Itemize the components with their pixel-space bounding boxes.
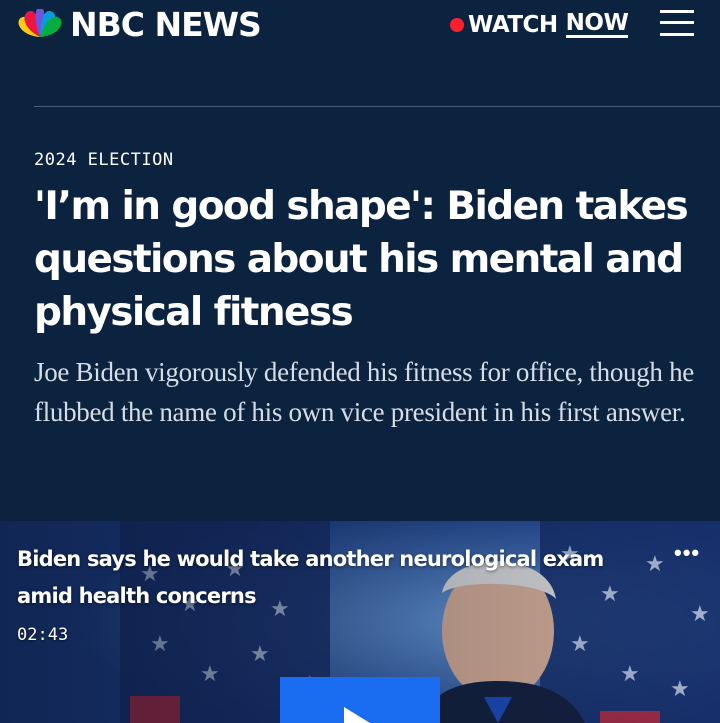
watch-label: WATCH (468, 11, 558, 38)
section-label[interactable]: 2024 ELECTION (34, 150, 174, 170)
top-navigation-bar: NBC NEWS WATCH NOW (0, 0, 720, 52)
play-icon (344, 707, 370, 723)
nbc-news-logo[interactable]: NBC NEWS (16, 5, 262, 44)
now-label: NOW (565, 10, 629, 38)
hamburger-menu-icon[interactable] (660, 9, 694, 37)
header-divider (34, 106, 720, 107)
play-button[interactable] (280, 677, 440, 723)
video-player[interactable]: ★ ★ ★ ★ ★ ★ ★ ★ ★ ★ ★ ★ ★ ★ ★ (0, 521, 720, 723)
live-dot-icon (450, 17, 464, 32)
article-dek: Joe Biden vigorously defended his fitnes… (34, 357, 694, 427)
video-duration: 02:43 (17, 625, 69, 645)
watch-now-link[interactable]: WATCH NOW (450, 10, 629, 38)
ellipsis-icon[interactable]: ••• (674, 542, 700, 564)
brand-wordmark: NBC NEWS (70, 5, 262, 44)
video-title[interactable]: Biden says he would take another neurolo… (17, 541, 657, 615)
article-headline: 'I’m in good shape': Biden takes questio… (34, 184, 689, 335)
peacock-icon (18, 9, 62, 37)
